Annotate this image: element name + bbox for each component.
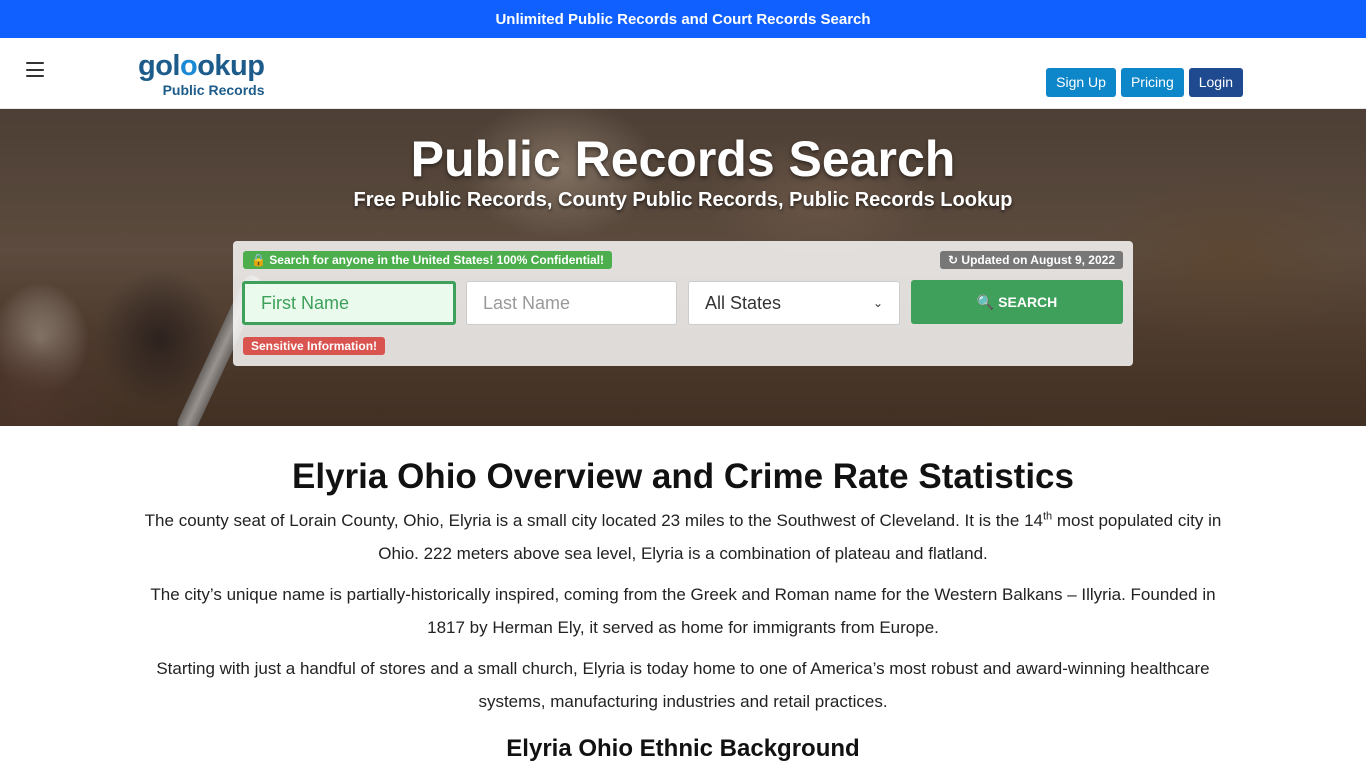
promo-banner: Unlimited Public Records and Court Recor… — [0, 0, 1366, 38]
article-title: Elyria Ohio Overview and Crime Rate Stat… — [292, 457, 1074, 496]
hero-title: Public Records Search — [410, 131, 956, 187]
search-icon: 🔍 — [976, 293, 995, 310]
pricing-button[interactable]: Pricing — [1120, 68, 1184, 97]
signup-button[interactable]: Sign Up — [1046, 68, 1116, 97]
state-select-value: All States — [705, 293, 782, 313]
logo-subtitle: Public Records — [162, 82, 265, 98]
search-button-label: SEARCH — [998, 294, 1058, 310]
search-button[interactable]: 🔍 SEARCH — [911, 280, 1123, 324]
login-button[interactable]: Login — [1188, 68, 1243, 97]
chevron-down-icon: ⌄ — [872, 296, 883, 310]
refresh-icon: ↻ — [948, 253, 959, 267]
updated-badge: ↻ Updated on August 9, 2022 — [940, 251, 1123, 269]
site-header: golookup Public Records Sign Up Pricing … — [0, 38, 1366, 109]
site-logo[interactable]: golookup Public Records — [138, 50, 265, 99]
first-name-input[interactable]: First Name — [242, 281, 456, 325]
state-select[interactable]: All States ⌄ — [688, 281, 900, 325]
confidential-badge: 🔒 Search for anyone in the United States… — [243, 251, 613, 269]
header-nav: Sign Up Pricing Login — [1046, 68, 1243, 97]
article-paragraph: Starting with just a handful of stores a… — [156, 659, 1210, 711]
article-paragraph: The city’s unique name is partially-hist… — [150, 585, 1216, 637]
promo-banner-link[interactable]: Unlimited Public Records and Court Recor… — [495, 11, 870, 28]
logo-wordmark: golookup — [138, 50, 265, 82]
sensitive-badge: Sensitive Information! — [243, 337, 386, 355]
article-paragraph: The county seat of Lorain County, Ohio, … — [144, 510, 1222, 563]
last-name-input[interactable]: Last Name — [466, 281, 677, 325]
search-form: 🔒 Search for anyone in the United States… — [233, 241, 1133, 366]
article: Elyria Ohio Overview and Crime Rate Stat… — [0, 456, 1366, 764]
lock-icon: 🔒 — [251, 253, 266, 267]
menu-icon[interactable] — [26, 62, 44, 77]
section-heading: Elyria Ohio Ethnic Background — [506, 735, 860, 762]
hero-section: Public Records Search Free Public Record… — [0, 109, 1366, 426]
hero-subtitle: Free Public Records, County Public Recor… — [353, 189, 1013, 211]
